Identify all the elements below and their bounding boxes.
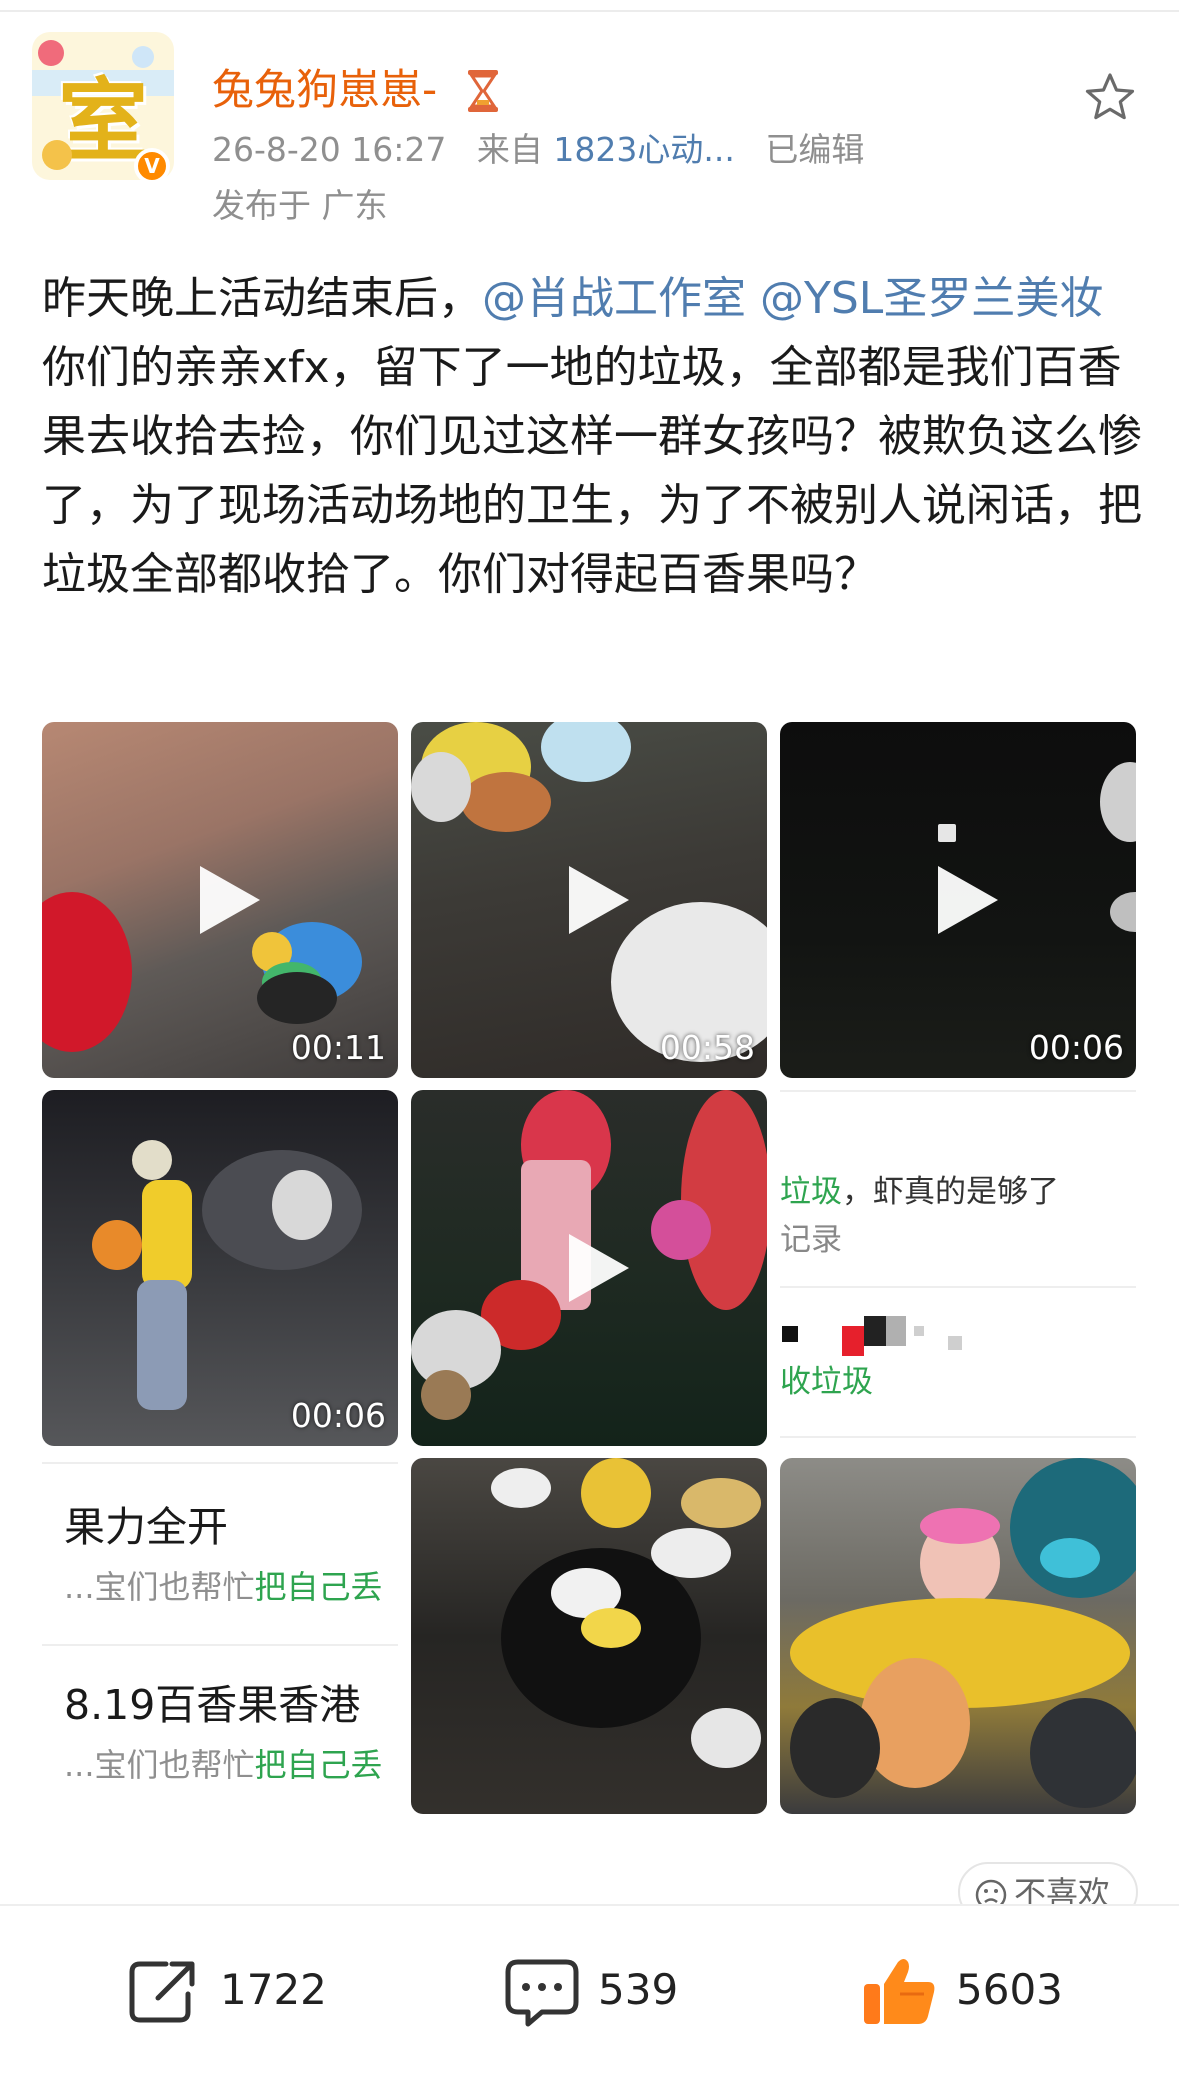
- play-icon: [200, 866, 260, 934]
- screenshot-subtitle: ...宝们也帮忙把自己丢: [64, 1744, 383, 1786]
- video-duration: 00:06: [1028, 1028, 1124, 1067]
- top-divider: [0, 10, 1179, 12]
- thumbnail-detail: [651, 1528, 731, 1578]
- video-thumbnail[interactable]: 00:06: [42, 1090, 398, 1446]
- post-text-rest: 你们的亲亲xfx，留下了一地的垃圾，全部都是我们百香果去收拾去捡，你们见过这样一…: [42, 342, 1142, 600]
- thumbnail-detail: [1040, 1538, 1100, 1578]
- thumbnail-detail: [1030, 1698, 1136, 1808]
- thumbnail-detail: [272, 1170, 332, 1240]
- thumbs-up-icon: [864, 1959, 935, 2024]
- hourglass-icon: [468, 70, 498, 112]
- video-thumbnail[interactable]: [411, 1090, 767, 1446]
- divider: [42, 1462, 398, 1464]
- thumbnail-detail: [790, 1698, 880, 1798]
- video-duration: 00:11: [290, 1028, 386, 1067]
- thumbnail-detail: [581, 1608, 641, 1648]
- thumbnail-detail: [461, 772, 551, 832]
- mosaic-block: [842, 1326, 864, 1356]
- screenshot-text-green: 垃圾: [780, 1174, 842, 1210]
- thumbnail-detail: [681, 1090, 767, 1310]
- screenshot-title: 果力全开: [64, 1503, 228, 1551]
- thumbnail-detail: [938, 824, 956, 842]
- screenshot-subtitle-green: 把自己丢: [254, 1568, 383, 1606]
- thumbnail-detail: [42, 892, 132, 1052]
- like-button[interactable]: 5603: [860, 1950, 1100, 2030]
- thumbnail-detail: [581, 1458, 651, 1528]
- screenshot-text: 垃圾，虾真的是够了: [780, 1172, 1059, 1212]
- play-icon: [569, 1234, 629, 1302]
- avatar-decoration: [132, 46, 154, 68]
- thumbnail-detail: [142, 1180, 192, 1290]
- comment-button[interactable]: 539: [502, 1950, 722, 2030]
- thumbnail-detail: [691, 1708, 761, 1768]
- post-time: 26-8-20 16:27: [212, 130, 447, 169]
- mention-link[interactable]: @肖战工作室: [482, 273, 746, 324]
- screenshot-subtitle-text: ...宝们也帮忙: [64, 1568, 255, 1606]
- screenshot-text-rest: ，虾真的是够了: [842, 1174, 1059, 1210]
- thumbnail-detail: [411, 752, 471, 822]
- video-duration: 00:06: [290, 1396, 386, 1435]
- video-duration: 00:58: [659, 1028, 755, 1067]
- comment-count: 539: [598, 1965, 679, 2014]
- share-count: 1722: [220, 1965, 327, 2014]
- username[interactable]: 兔兔狗崽崽-: [212, 62, 437, 118]
- thumbnail-detail: [257, 972, 337, 1024]
- photo-thumbnail[interactable]: [780, 1458, 1136, 1814]
- star-icon[interactable]: [1082, 70, 1138, 126]
- thumbnail-detail: [541, 722, 631, 782]
- mosaic-block: [886, 1316, 906, 1346]
- divider: [42, 1644, 398, 1646]
- screenshot-title: 8.19百香果香港: [64, 1681, 361, 1729]
- screenshot-thumbnail[interactable]: 垃圾，虾真的是够了 记录 收垃圾: [780, 1090, 1136, 1446]
- post-text-start: 昨天晚上活动结束后，: [42, 273, 482, 324]
- mosaic-block: [782, 1326, 798, 1342]
- thumbnail-detail: [421, 1370, 471, 1420]
- avatar-decoration: [38, 40, 64, 66]
- screenshot-subtitle: ...宝们也帮忙把自己丢: [64, 1566, 383, 1608]
- post-meta: 26-8-20 16:27 来自 1823心动... 已编辑: [212, 128, 864, 172]
- video-thumbnail[interactable]: 00:06: [780, 722, 1136, 1078]
- thumbnail-detail: [1100, 762, 1136, 842]
- like-count: 5603: [956, 1965, 1063, 2014]
- play-icon: [569, 866, 629, 934]
- screenshot-subtitle-text: ...宝们也帮忙: [64, 1746, 255, 1784]
- mosaic-block: [914, 1326, 924, 1336]
- thumbnail-detail: [92, 1220, 142, 1270]
- post-text: 昨天晚上活动结束后，@肖战工作室 @YSL圣罗兰美妆 你们的亲亲xfx，留下了一…: [42, 264, 1142, 609]
- thumbnail-detail: [651, 1200, 711, 1260]
- photo-thumbnail[interactable]: [411, 1458, 767, 1814]
- comment-icon: [505, 1959, 579, 2027]
- video-thumbnail[interactable]: 00:58: [411, 722, 767, 1078]
- verified-badge-icon: V: [134, 148, 170, 184]
- screenshot-thumbnail[interactable]: 果力全开 ...宝们也帮忙把自己丢 8.19百香果香港 ...宝们也帮忙把自己丢: [42, 1458, 398, 1814]
- mosaic-block: [864, 1316, 886, 1346]
- screenshot-text: 收垃圾: [780, 1364, 873, 1400]
- screenshot-subtitle-green: 把自己丢: [254, 1746, 383, 1784]
- thumbnail-detail: [132, 1140, 172, 1180]
- thumbnail-detail: [491, 1468, 551, 1508]
- share-icon: [129, 1961, 195, 2023]
- source-link[interactable]: 1823心动...: [553, 130, 734, 169]
- video-thumbnail[interactable]: 00:11: [42, 722, 398, 1078]
- weibo-post-page: 室 V 兔兔狗崽崽- 26-8-20 16:27 来自 1823心动... 已编…: [0, 0, 1179, 2082]
- edited-label: 已编辑: [765, 130, 865, 169]
- divider: [780, 1286, 1136, 1288]
- mosaic-block: [948, 1336, 962, 1350]
- share-button[interactable]: 1722: [124, 1950, 364, 2030]
- thumbnail-detail: [1110, 892, 1136, 932]
- thumbnail-detail: [137, 1280, 187, 1410]
- divider: [780, 1090, 1136, 1092]
- post-location: 发布于 广东: [212, 186, 388, 225]
- thumbnail-detail: [860, 1658, 970, 1788]
- screenshot-text: 记录: [780, 1222, 842, 1258]
- thumbnail-detail: [920, 1508, 1000, 1544]
- mention-link[interactable]: @YSL圣罗兰美妆: [760, 273, 1103, 324]
- play-icon: [938, 866, 998, 934]
- thumbnail-detail: [681, 1478, 761, 1528]
- avatar-decoration: [42, 140, 72, 170]
- action-bar: 1722 539 5603: [0, 1904, 1179, 2082]
- divider: [780, 1436, 1136, 1438]
- source-prefix: 来自: [476, 130, 543, 169]
